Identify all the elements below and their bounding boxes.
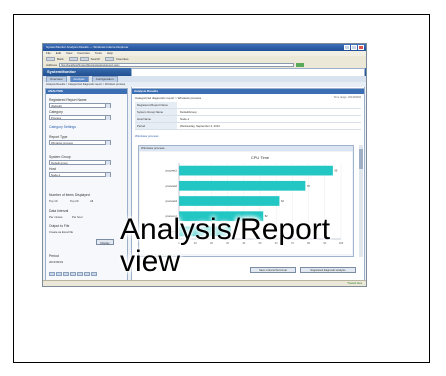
favorites-star-icon[interactable]	[105, 57, 115, 61]
info-value: Node-1	[180, 117, 190, 121]
report-title: Categorized diagnostic report > Windows …	[135, 96, 202, 100]
pager-button[interactable]	[49, 272, 55, 276]
maximize-icon[interactable]	[351, 45, 357, 50]
data-interval-label: Data Interval	[49, 209, 69, 213]
right-panel-title: Analysis Results	[132, 89, 364, 94]
category-label: process3	[166, 199, 178, 203]
pager-button[interactable]	[63, 272, 69, 276]
report-meta: Time range: 2013/09/04	[333, 96, 361, 99]
search-label[interactable]: Search	[91, 57, 101, 61]
minimize-icon[interactable]	[344, 45, 350, 50]
window-titlebar: SystemMonitor Analysis Results — Windows…	[43, 44, 366, 51]
caption-line-1: Analysis/Report	[120, 213, 331, 246]
app-name: SystemMonitor	[47, 69, 76, 74]
window-title: SystemMonitor Analysis Results — Windows…	[46, 45, 129, 49]
radio-all[interactable]: All	[90, 199, 93, 203]
radio-per-hour[interactable]: Per hour	[72, 215, 83, 219]
table-row: System Group Name DefaultGroup	[135, 109, 361, 116]
info-value	[177, 102, 180, 108]
info-value: Wednesday, September 4, 2013	[180, 124, 220, 128]
report-type-label: Report Type	[49, 135, 68, 139]
close-icon[interactable]	[358, 45, 364, 50]
back-label[interactable]: Back	[57, 57, 64, 61]
address-input[interactable]: http://localhost/SystemMonitor/analysis/…	[59, 63, 295, 67]
report-name-label: Registered Report Name	[49, 98, 87, 102]
forward-arrow-icon[interactable]	[68, 57, 78, 61]
pager-button[interactable]	[56, 272, 62, 276]
table-row: Registered Report Name	[135, 102, 361, 109]
left-panel-title: ANALYSIS	[46, 89, 127, 94]
pager-button[interactable]	[70, 272, 76, 276]
category-label: process2	[166, 184, 178, 188]
caption-line-2: view	[120, 245, 181, 278]
pager-button[interactable]	[77, 272, 83, 276]
table-row: Period Wednesday, September 4, 2013	[135, 123, 361, 130]
chart-title: CPU Time	[251, 155, 270, 160]
address-label: Address	[46, 63, 58, 67]
info-key: Host Name	[135, 116, 177, 122]
x-tick-label: 100	[339, 241, 344, 245]
category-settings-link[interactable]: Category Settings	[49, 125, 76, 129]
pager-button[interactable]	[84, 272, 90, 276]
info-key: System Group Name	[135, 109, 177, 115]
radio-top10[interactable]: Top 10	[49, 199, 57, 203]
table-row: Host Name Node-1	[135, 116, 361, 123]
info-value: DefaultGroup	[180, 110, 197, 114]
system-group-select[interactable]: Default group	[49, 160, 111, 165]
bar	[179, 165, 333, 176]
report-info-table: Registered Report Name System Group Name…	[135, 102, 361, 130]
period-label: Period	[49, 254, 59, 258]
bar	[179, 196, 280, 206]
scrollbar[interactable]	[359, 145, 363, 257]
period-value: 2013/09/04	[49, 260, 63, 264]
pager-button[interactable]	[91, 272, 97, 276]
radio-per-minute[interactable]: Per minute	[49, 215, 63, 219]
windows-process-link[interactable]: Windows process	[135, 134, 159, 138]
calendar-pager	[49, 272, 97, 276]
status-bar: Trusted sites	[43, 280, 366, 286]
category-label: Category	[49, 110, 63, 114]
radio-top20[interactable]: Top 20	[70, 199, 78, 203]
display-button[interactable]: Display	[96, 239, 114, 245]
search-icon[interactable]	[79, 57, 89, 61]
category-label: process1	[166, 169, 178, 173]
go-arrow-icon[interactable]	[296, 63, 305, 67]
app-header: SystemMonitor Help	[43, 68, 366, 262]
favorites-label[interactable]: Favorites	[116, 57, 128, 61]
bar	[179, 180, 306, 191]
category-select[interactable]: Process	[49, 115, 111, 120]
caption-overlay: Analysis/Report view	[120, 214, 330, 278]
excel-checkbox[interactable]: Create as Excel file	[49, 230, 73, 234]
analysis-settings-panel: ANALYSIS Registered Report Name (Default…	[45, 88, 128, 282]
items-displayed-label: Number of items Displayed	[49, 193, 90, 197]
info-key: Registered Report Name	[135, 102, 177, 108]
host-label: Host	[49, 167, 56, 171]
back-arrow-icon[interactable]	[46, 57, 55, 61]
report-type-select[interactable]: Windows process	[49, 140, 111, 145]
report-name-select[interactable]: (Default)	[49, 103, 111, 108]
info-key: Period	[135, 123, 177, 129]
system-group-label: System Group	[49, 155, 71, 159]
status-zone: Trusted sites	[347, 282, 362, 285]
output-file-label: Output to File	[49, 224, 70, 228]
breadcrumb: Analysis Results > Categorized diagnosti…	[43, 82, 366, 87]
host-select[interactable]: Node-1	[49, 172, 111, 177]
scrollbar-thumb[interactable]	[359, 149, 363, 169]
